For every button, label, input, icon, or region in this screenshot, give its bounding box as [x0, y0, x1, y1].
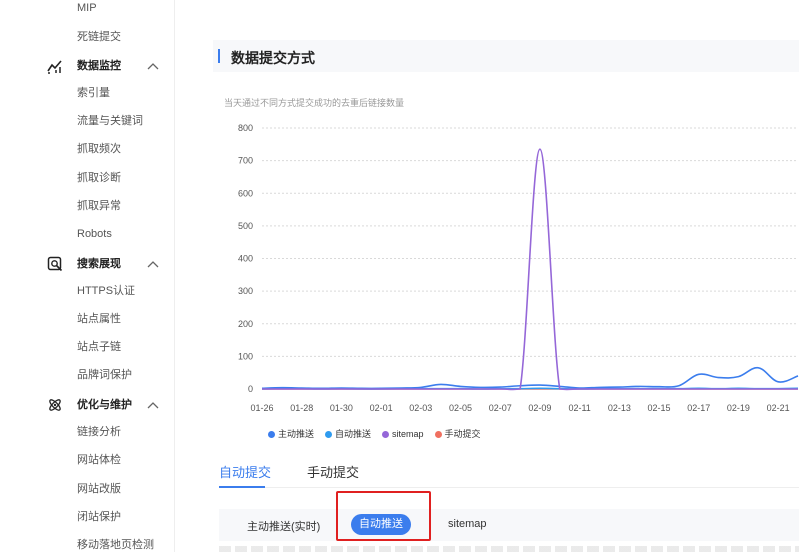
- sidebar-item-mobile-landing[interactable]: 移动落地页检测: [77, 538, 154, 552]
- x-tick-label: 02-11: [568, 403, 590, 413]
- chart-legend: 主动推送 自动推送 sitemap 手动提交: [268, 425, 492, 439]
- x-tick-label: 02-15: [648, 403, 671, 413]
- legend-label: sitemap: [392, 428, 424, 439]
- y-tick-label: 600: [238, 188, 253, 198]
- x-tick-label: 01-30: [330, 403, 353, 413]
- sidebar-item-site-closure[interactable]: 闭站保护: [77, 510, 121, 524]
- line-chart-icon: [47, 60, 62, 74]
- x-tick-label: 02-05: [449, 403, 472, 413]
- legend-label: 自动推送: [335, 429, 372, 440]
- legend-dot: [268, 431, 275, 439]
- y-tick-label: 800: [238, 123, 253, 133]
- active-tab-indicator: [219, 486, 265, 488]
- submission-line-chart: 0 100 200 300 400 500 600 700 800 01-26 01-28 01-3…: [238, 123, 799, 413]
- x-tick-label: 02-21: [767, 403, 790, 413]
- sidebar-group-title: 优化与维护: [77, 399, 132, 411]
- sidebar-item-crawl-frequency[interactable]: 抓取频次: [77, 142, 121, 156]
- sidebar-item-brand-protection[interactable]: 品牌词保护: [77, 368, 132, 382]
- sidebar-item-dead-link[interactable]: 死链提交: [77, 30, 121, 44]
- y-tick-label: 300: [238, 286, 253, 296]
- x-tick-label: 02-01: [370, 403, 393, 413]
- section-title: 数据提交方式: [231, 50, 315, 66]
- legend-item[interactable]: 主动推送: [268, 427, 314, 440]
- sidebar-item-link-analysis[interactable]: 链接分析: [77, 425, 121, 439]
- sidebar-item-site-checkup[interactable]: 网站体检: [77, 453, 121, 467]
- y-tick-label: 200: [238, 319, 253, 329]
- section-header: 数据提交方式: [213, 40, 799, 72]
- legend-item[interactable]: sitemap: [382, 429, 424, 439]
- submission-tabs: 自动提交 手动提交: [219, 454, 799, 488]
- sidebar-group-title: 数据监控: [77, 60, 121, 72]
- chart-y-axis: 0 100 200 300 400 500 600 700 800: [238, 123, 253, 394]
- tab-auto-submit[interactable]: 自动提交: [219, 462, 271, 481]
- legend-label: 主动推送: [278, 429, 315, 440]
- sidebar-item-site-revision[interactable]: 网站改版: [77, 482, 121, 496]
- x-tick-label: 01-26: [250, 403, 273, 413]
- legend-label: 手动提交: [444, 429, 481, 440]
- legend-dot: [434, 431, 442, 439]
- chart-x-axis: 01-26 01-28 01-30 02-01 02-03 02-05 02-07 02-09…: [250, 403, 789, 413]
- x-tick-label: 01-28: [290, 403, 313, 413]
- sidebar-item-mip[interactable]: MIP: [77, 1, 97, 15]
- y-tick-label: 100: [238, 351, 253, 361]
- legend-dot: [325, 431, 333, 439]
- section-accent-bar: [218, 49, 220, 63]
- y-tick-label: 700: [238, 156, 253, 166]
- x-tick-label: 02-09: [528, 403, 551, 413]
- y-tick-label: 500: [238, 221, 253, 231]
- chevron-up-icon[interactable]: [146, 60, 160, 72]
- series-line-2: [261, 148, 798, 391]
- legend-dot: [382, 430, 390, 438]
- chevron-up-icon[interactable]: [146, 258, 160, 270]
- subtab-sitemap[interactable]: sitemap: [448, 518, 487, 530]
- x-tick-label: 02-17: [687, 403, 710, 413]
- tab-manual-submit[interactable]: 手动提交: [307, 462, 359, 481]
- y-tick-label: 400: [238, 254, 253, 264]
- atom-icon: [49, 399, 61, 411]
- sidebar-item-traffic[interactable]: 流量与关键词: [77, 114, 143, 128]
- chart-series: [261, 148, 799, 391]
- search-display-icon: [47, 256, 63, 272]
- x-tick-label: 02-03: [409, 403, 432, 413]
- x-tick-label: 02-19: [727, 403, 750, 413]
- sidebar-item-site-properties[interactable]: 站点属性: [77, 312, 121, 326]
- sidebar-item-crawl-errors[interactable]: 抓取异常: [77, 199, 121, 213]
- series-line-0: [261, 366, 799, 390]
- x-tick-label: 02-07: [489, 403, 512, 413]
- content-below-fold: [219, 546, 799, 552]
- sidebar-group-search-display[interactable]: 搜索展现: [0, 255, 174, 273]
- sidebar-group-title: 搜索展现: [77, 258, 121, 270]
- sidebar-item-crawl-diagnosis[interactable]: 抓取诊断: [77, 171, 121, 185]
- sidebar-item-sitelinks[interactable]: 站点子链: [77, 340, 121, 354]
- legend-item[interactable]: 自动推送: [325, 427, 371, 440]
- sidebar-group-data-monitor[interactable]: 数据监控: [0, 57, 174, 75]
- sidebar-group-optimization[interactable]: 优化与维护: [0, 396, 174, 414]
- legend-item[interactable]: 手动提交: [434, 427, 481, 440]
- y-tick-label: 0: [248, 384, 253, 394]
- sidebar-item-https[interactable]: HTTPS认证: [77, 284, 135, 298]
- chart-subtitle: 当天通过不同方式提交成功的去重后链接数量: [224, 98, 405, 108]
- sidebar-item-robots[interactable]: Robots: [77, 227, 112, 241]
- sidebar-item-index[interactable]: 索引量: [77, 86, 110, 100]
- main-content: 数据提交方式 当天通过不同方式提交成功的去重后链接数量 0 100 200 300 40…: [198, 0, 799, 552]
- x-tick-label: 02-13: [608, 403, 631, 413]
- submission-subtabs: 主动推送(实时) 自动推送 sitemap: [219, 509, 799, 541]
- subtab-active-push[interactable]: 主动推送(实时): [247, 518, 320, 534]
- subtab-auto-push[interactable]: 自动推送: [351, 514, 411, 535]
- chevron-up-icon[interactable]: [146, 399, 160, 411]
- sidebar: MIP 死链提交 数据监控 索引量 流量与关键词 抓取频次 抓取诊断 抓取异常 …: [0, 0, 175, 552]
